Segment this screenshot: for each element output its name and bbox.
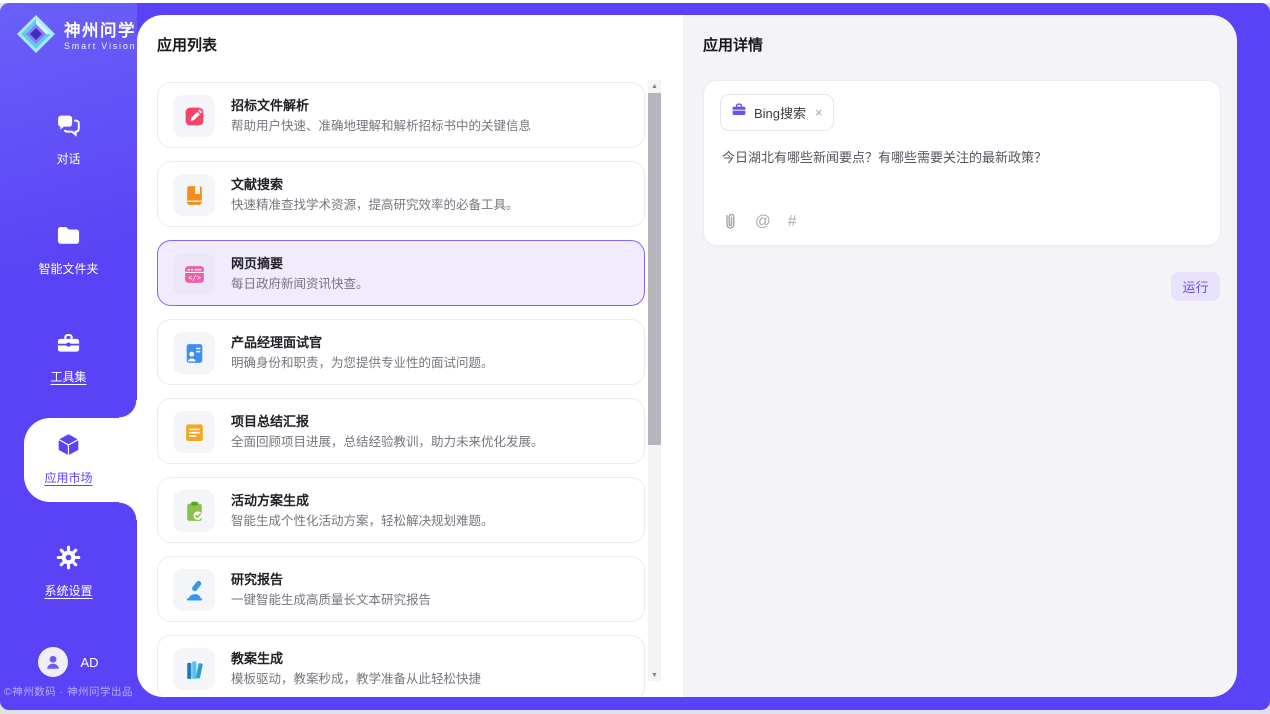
sidebar-item-settings[interactable]: 系统设置 bbox=[0, 544, 137, 599]
sidebar-item-chat[interactable]: 对话 bbox=[0, 112, 137, 167]
selected-tab-notch-bottom bbox=[119, 502, 137, 520]
microscope-icon bbox=[173, 569, 215, 611]
composer-card: Bing搜索 × 今日湖北有哪些新闻要点？有哪些需要关注的最新政策？ @ # bbox=[703, 80, 1221, 246]
sidebar-footer: ©神州数码 · 神州问学出品 bbox=[0, 684, 137, 699]
app-card-name: 活动方案生成 bbox=[231, 490, 309, 509]
brand-diamond-icon bbox=[16, 14, 56, 59]
sidebar-item-label: 对话 bbox=[56, 150, 80, 167]
sidebar: 神州问学 Smart Vision 对话 智能文件夹 bbox=[0, 3, 137, 710]
brand-logo: 神州问学 Smart Vision bbox=[16, 14, 136, 59]
app-card-pm-interviewer[interactable]: 产品经理面试官 明确身份和职责，为您提供专业性的面试问题。 bbox=[157, 319, 645, 385]
close-icon[interactable]: × bbox=[815, 106, 823, 119]
app-card-desc: 明确身份和职责，为您提供专业性的面试问题。 bbox=[231, 352, 494, 371]
briefcase-icon bbox=[731, 102, 747, 123]
sidebar-item-label: 应用市场 bbox=[44, 469, 92, 486]
brand-tagline: Smart Vision bbox=[64, 41, 136, 51]
tool-tag-label: Bing搜索 bbox=[754, 103, 806, 122]
composer-toolbar: @ # bbox=[722, 212, 796, 232]
app-card-desc: 一键智能生成高质量长文本研究报告 bbox=[231, 589, 431, 608]
sidebar-item-app-market[interactable]: 应用市场 bbox=[0, 431, 137, 486]
chat-icon bbox=[55, 112, 82, 144]
toolbox-icon bbox=[55, 330, 82, 362]
content-area: 应用列表 招标文件解析 帮助用户快速、准确地理解和解析招标书中的关键信息 bbox=[137, 15, 1237, 697]
app-card-desc: 每日政府新闻资讯快查。 bbox=[231, 273, 369, 292]
app-detail-panel: 应用详情 Bing搜索 × 今日湖北有哪些新闻要点？有哪些需要关注的最新政策？ bbox=[683, 15, 1237, 697]
avatar bbox=[38, 647, 68, 677]
gear-icon bbox=[55, 544, 82, 576]
app-card-desc: 帮助用户快速、准确地理解和解析招标书中的关键信息 bbox=[231, 115, 531, 134]
book-icon bbox=[173, 174, 215, 216]
tool-tag-bing-search[interactable]: Bing搜索 × bbox=[720, 94, 834, 131]
at-icon[interactable]: @ bbox=[755, 213, 771, 231]
sidebar-item-toolset[interactable]: 工具集 bbox=[0, 330, 137, 385]
browser-code-icon: </> bbox=[173, 253, 215, 295]
app-card-desc: 模板驱动，教案秒成，教学准备从此轻松快捷 bbox=[231, 668, 481, 687]
clipboard-check-icon bbox=[173, 490, 215, 532]
app-card-name: 研究报告 bbox=[231, 569, 283, 588]
app-card-desc: 快速精准查找学术资源，提高研究效率的必备工具。 bbox=[231, 194, 519, 213]
user-initials: AD bbox=[80, 655, 98, 670]
sidebar-item-label: 工具集 bbox=[50, 368, 86, 385]
run-button[interactable]: 运行 bbox=[1171, 272, 1220, 301]
app-list-scrollbar[interactable]: ▲ ▼ bbox=[648, 80, 661, 681]
app-card-web-summary[interactable]: </> 网页摘要 每日政府新闻资讯快查。 bbox=[157, 240, 645, 306]
app-list-panel: 应用列表 招标文件解析 帮助用户快速、准确地理解和解析招标书中的关键信息 bbox=[137, 15, 683, 697]
app-card-project-summary[interactable]: 项目总结汇报 全面回顾项目进展，总结经验教训，助力未来优化发展。 bbox=[157, 398, 645, 464]
svg-text:</>: </> bbox=[187, 273, 201, 282]
hash-icon[interactable]: # bbox=[788, 213, 797, 231]
app-card-research-report[interactable]: 研究报告 一键智能生成高质量长文本研究报告 bbox=[157, 556, 645, 622]
sidebar-item-label: 系统设置 bbox=[44, 582, 92, 599]
sidebar-item-label: 智能文件夹 bbox=[38, 260, 98, 277]
person-icon bbox=[42, 651, 64, 673]
scroll-down-arrow-icon[interactable]: ▼ bbox=[648, 669, 661, 681]
paperclip-icon[interactable] bbox=[722, 212, 738, 232]
note-icon bbox=[173, 411, 215, 453]
user-account[interactable]: AD bbox=[0, 647, 137, 677]
app-card-name: 文献搜索 bbox=[231, 174, 283, 193]
app-card-event-plan[interactable]: 活动方案生成 智能生成个性化活动方案，轻松解决规划难题。 bbox=[157, 477, 645, 543]
app-list-title: 应用列表 bbox=[157, 34, 217, 55]
selected-tab-notch-top bbox=[119, 400, 137, 418]
sidebar-item-smart-folders[interactable]: 智能文件夹 bbox=[0, 222, 137, 277]
app-card-desc: 全面回顾项目进展，总结经验教训，助力未来优化发展。 bbox=[231, 431, 544, 450]
scrollbar-thumb[interactable] bbox=[648, 93, 661, 445]
cube-icon bbox=[55, 431, 82, 463]
query-input[interactable]: 今日湖北有哪些新闻要点？有哪些需要关注的最新政策？ bbox=[722, 147, 1202, 166]
books-icon bbox=[173, 648, 215, 690]
interview-doc-icon bbox=[173, 332, 215, 374]
app-card-name: 项目总结汇报 bbox=[231, 411, 309, 430]
app-card-bid-analysis[interactable]: 招标文件解析 帮助用户快速、准确地理解和解析招标书中的关键信息 bbox=[157, 82, 645, 148]
app-frame: 神州问学 Smart Vision 对话 智能文件夹 bbox=[0, 3, 1270, 710]
brand-name: 神州问学 bbox=[64, 22, 136, 41]
app-card-desc: 智能生成个性化活动方案，轻松解决规划难题。 bbox=[231, 510, 494, 529]
folder-icon bbox=[55, 222, 82, 254]
app-card-name: 招标文件解析 bbox=[231, 95, 309, 114]
app-card-literature-search[interactable]: 文献搜索 快速精准查找学术资源，提高研究效率的必备工具。 bbox=[157, 161, 645, 227]
scroll-up-arrow-icon[interactable]: ▲ bbox=[648, 80, 661, 92]
app-detail-title: 应用详情 bbox=[703, 34, 763, 55]
app-card-name: 网页摘要 bbox=[231, 253, 283, 272]
app-card-name: 教案生成 bbox=[231, 648, 283, 667]
edit-icon bbox=[173, 95, 215, 137]
app-card-name: 产品经理面试官 bbox=[231, 332, 322, 351]
app-card-lesson-plan[interactable]: 教案生成 模板驱动，教案秒成，教学准备从此轻松快捷 bbox=[157, 635, 645, 697]
